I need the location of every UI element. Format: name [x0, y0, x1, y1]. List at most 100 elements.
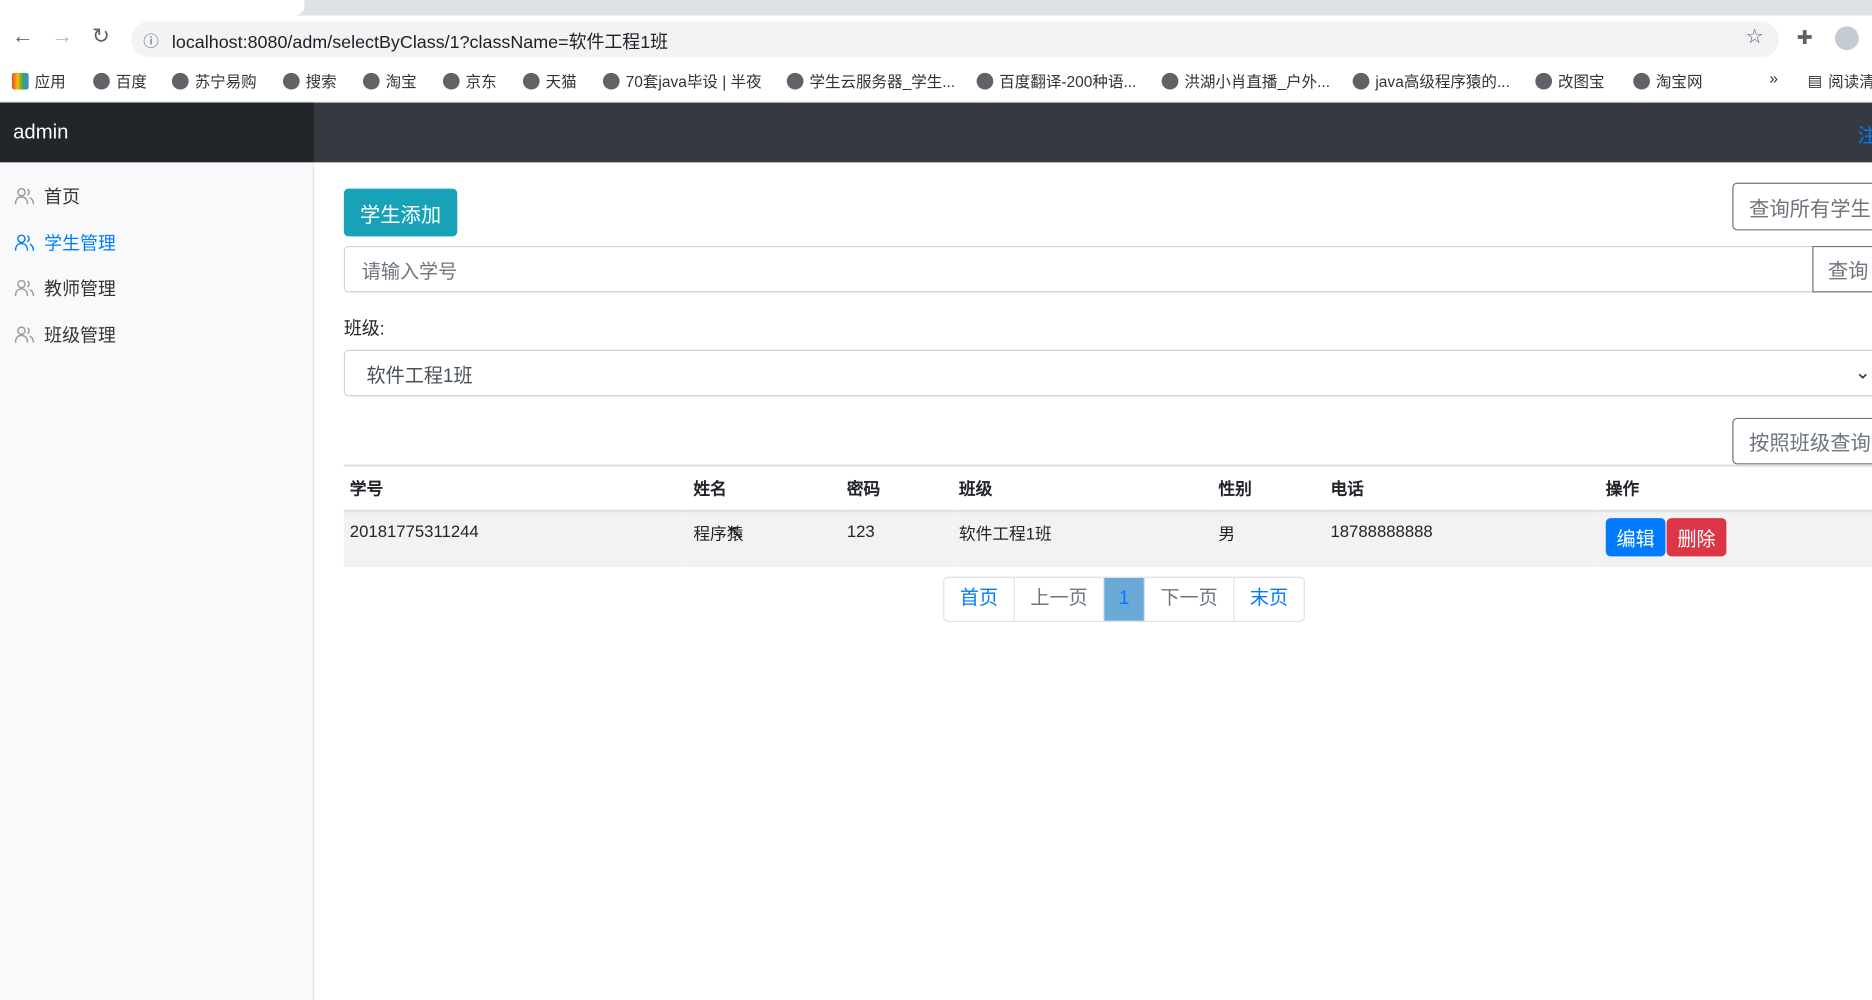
- bookmark-icon: [522, 72, 540, 89]
- bookmark-label: 应用: [34, 72, 66, 91]
- sidebar-item[interactable]: 学生管理: [14, 230, 116, 255]
- page-next[interactable]: 下一页: [1145, 577, 1235, 621]
- sidebar-item-label: 首页: [44, 187, 81, 208]
- bookmark-item[interactable]: 苏宁易购: [171, 69, 257, 92]
- bookmark-item[interactable]: 百度: [93, 69, 147, 92]
- actions-cell: 编辑 删除: [1599, 510, 1872, 568]
- table-cell: 男: [1212, 510, 1325, 568]
- bookmarks-more[interactable]: »: [1769, 69, 1778, 87]
- bookmark-item[interactable]: 百度翻译-200种语...: [976, 69, 1137, 92]
- bookmark-icon: [171, 72, 189, 89]
- bookmark-icon: [1161, 72, 1179, 89]
- bookmark-label: java高级程序猿的...: [1375, 72, 1510, 91]
- forward-icon[interactable]: →: [51, 24, 72, 49]
- bookmark-label: 天猫: [545, 72, 577, 91]
- table-row: 20181775311244 程序猿 123 软件工程1班男 18788888888 编辑…: [343, 510, 1872, 568]
- bookmark-item[interactable]: 改图宝: [1535, 69, 1605, 92]
- logout-link[interactable]: 注: [1858, 119, 1872, 148]
- student-table: 学号 姓名 密码 班级 性别 电话 操作 20181775311244 程序猿 123 软件工程1…: [343, 464, 1872, 568]
- bookmark-icon: [1633, 72, 1650, 89]
- bookmark-icon: [1352, 72, 1370, 89]
- column-header: 姓名: [687, 464, 841, 513]
- table-cell: 18788888888: [1324, 510, 1600, 568]
- url-text[interactable]: localhost:8080/adm/selectByClass/1?class…: [172, 29, 668, 54]
- users-icon: [14, 187, 35, 205]
- table-cell: 软件工程1班: [952, 510, 1213, 568]
- column-header: 班级: [952, 464, 1213, 513]
- users-icon: [14, 279, 35, 297]
- back-icon[interactable]: ←: [12, 24, 33, 49]
- users-icon: [14, 326, 35, 344]
- page-first[interactable]: 首页: [944, 577, 1015, 621]
- bookmark-icon: [786, 72, 804, 89]
- sidebar-item[interactable]: 班级管理: [14, 322, 116, 347]
- add-student-button[interactable]: 学生添加: [343, 188, 458, 237]
- chevron-down-icon: ⌄: [1854, 362, 1871, 384]
- query-all-button[interactable]: 查询所有学生: [1732, 182, 1872, 231]
- bookmark-label: 学生云服务器_学生...: [809, 72, 956, 91]
- bookmark-item[interactable]: 京东: [442, 69, 497, 92]
- sidebar-item[interactable]: 教师管理: [14, 276, 116, 301]
- bookmark-label: 京东: [465, 72, 497, 91]
- bookmark-icon: [976, 72, 994, 89]
- extensions-icon[interactable]: ✚: [1797, 26, 1813, 50]
- users-icon: [14, 234, 35, 252]
- bookmark-label: 淘宝: [385, 72, 417, 91]
- profile-icon[interactable]: [1834, 26, 1859, 51]
- delete-button[interactable]: 删除: [1666, 518, 1727, 557]
- bookmark-icon: [282, 72, 300, 89]
- page-last[interactable]: 末页: [1234, 578, 1303, 621]
- reading-list-icon: ▤: [1807, 71, 1823, 89]
- bookmark-label: 搜索: [305, 72, 337, 91]
- bookmark-item[interactable]: 搜索: [282, 69, 337, 92]
- page-prev[interactable]: 上一页: [1015, 577, 1105, 621]
- bookmark-label: 百度: [115, 72, 147, 91]
- sidebar-item-label: 学生管理: [44, 234, 116, 255]
- bookmark-label: 苏宁易购: [194, 72, 257, 91]
- bookmark-item[interactable]: java高级程序猿的...: [1352, 69, 1510, 92]
- class-select[interactable]: 软件工程1班 ⌄: [343, 349, 1872, 397]
- column-header: 密码: [840, 464, 953, 513]
- bookmark-label: 改图宝: [1558, 72, 1605, 91]
- bookmark-item[interactable]: 学生云服务器_学生...: [786, 69, 956, 92]
- class-label: 班级:: [343, 318, 385, 340]
- sidebar-item-label: 班级管理: [44, 325, 116, 347]
- student-id-input[interactable]: 请输入学号: [343, 245, 1815, 293]
- bookmark-icon: [362, 72, 380, 89]
- bookmark-label: 百度翻译-200种语...: [999, 72, 1137, 91]
- browser-tab[interactable]: [0, 0, 305, 16]
- bookmark-icon: [11, 72, 29, 89]
- column-header: 电话: [1324, 464, 1600, 513]
- bookmark-icon: [93, 72, 110, 89]
- bookmark-icon: [1535, 72, 1553, 89]
- brand[interactable]: admin: [0, 102, 314, 163]
- page-current[interactable]: 1: [1104, 577, 1145, 621]
- column-header: 操作: [1599, 464, 1872, 513]
- class-selected: 软件工程1班: [366, 365, 473, 387]
- search-button[interactable]: 查询: [1812, 245, 1872, 293]
- star-icon[interactable]: ☆: [1745, 25, 1763, 49]
- bookmark-icon: [442, 72, 460, 89]
- reading-list[interactable]: ▤ 阅读清: [1808, 69, 1872, 92]
- table-cell: 20181775311244: [343, 510, 688, 568]
- pagination: 首页 上一页 1 下一页 末页: [943, 576, 1305, 623]
- bookmark-item[interactable]: 应用: [11, 69, 66, 92]
- reload-icon[interactable]: ↻: [92, 24, 110, 49]
- column-header: 学号: [343, 464, 688, 513]
- bookmark-label: 淘宝网: [1655, 72, 1703, 91]
- bookmark-item[interactable]: 70套java毕设 | 半夜: [602, 69, 762, 92]
- bookmark-icon: [602, 72, 620, 89]
- bookmark-item[interactable]: 洪湖小肖直播_户外...: [1161, 69, 1331, 92]
- bookmark-label: 洪湖小肖直播_户外...: [1184, 72, 1331, 91]
- bookmark-item[interactable]: 淘宝: [362, 69, 417, 92]
- edit-button[interactable]: 编辑: [1605, 518, 1666, 557]
- query-by-class-button[interactable]: 按照班级查询: [1732, 417, 1872, 465]
- table-cell: 程序猿: [687, 510, 841, 568]
- table-cell: 123: [840, 510, 953, 568]
- sidebar-item[interactable]: 首页: [14, 184, 80, 209]
- bookmark-item[interactable]: 天猫: [522, 69, 577, 92]
- column-header: 性别: [1212, 464, 1325, 513]
- sidebar-item-label: 教师管理: [44, 279, 116, 300]
- bookmark-item[interactable]: 淘宝网: [1633, 69, 1702, 92]
- info-icon[interactable]: ⓘ: [143, 29, 159, 52]
